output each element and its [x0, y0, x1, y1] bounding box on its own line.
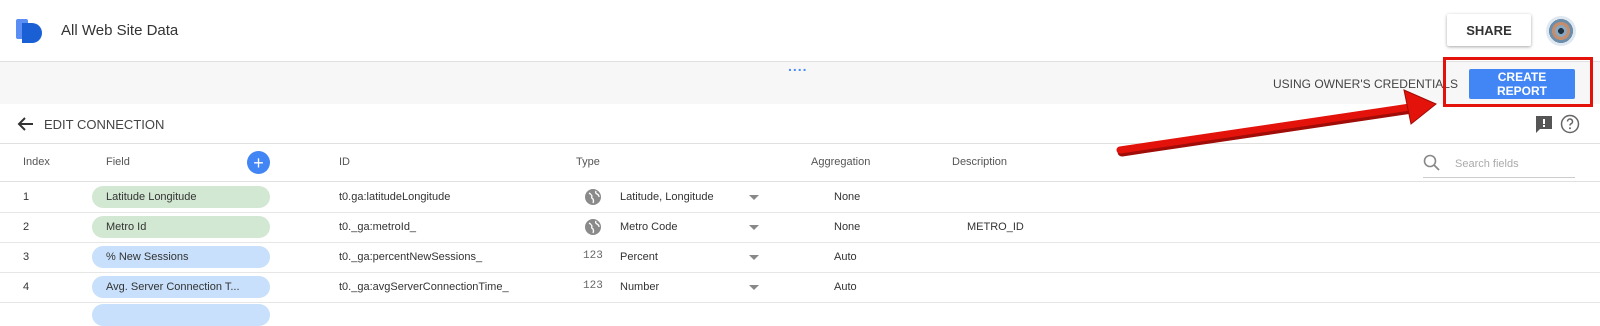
credentials-label[interactable]: USING OWNER'S CREDENTIALS: [1273, 77, 1458, 91]
type-label[interactable]: Metro Code: [620, 221, 677, 233]
data-studio-logo-icon: [16, 19, 42, 43]
back-arrow-icon[interactable]: [16, 114, 36, 134]
field-pill[interactable]: [92, 304, 270, 326]
aggregation-value[interactable]: Auto: [834, 281, 857, 293]
edit-connection-bar: EDIT CONNECTION: [0, 105, 1600, 144]
type-dropdown-icon[interactable]: [749, 255, 759, 260]
type-dropdown-icon[interactable]: [749, 225, 759, 230]
header-field[interactable]: Field: [106, 156, 130, 168]
table-row: 4 Avg. Server Connection T... t0._ga:avg…: [0, 272, 1600, 303]
field-pill[interactable]: Avg. Server Connection T...: [92, 276, 270, 298]
top-bar: All Web Site Data SHARE: [0, 0, 1600, 62]
highlight-box: [1443, 57, 1593, 107]
add-field-button[interactable]: +: [247, 151, 270, 174]
field-id: t0._ga:avgServerConnectionTime_: [339, 281, 509, 293]
globe-icon: [585, 189, 601, 205]
header-description[interactable]: Description: [952, 156, 1007, 168]
table-row: 3 % New Sessions t0._ga:percentNewSessio…: [0, 242, 1600, 273]
search-icon: [1423, 154, 1440, 171]
field-pill[interactable]: Latitude Longitude: [92, 186, 270, 208]
globe-icon: [585, 219, 601, 235]
type-label[interactable]: Latitude, Longitude: [620, 191, 714, 203]
table-header: Index Field + ID Type Aggregation Descri…: [0, 144, 1600, 182]
field-pill[interactable]: % New Sessions: [92, 246, 270, 268]
header-index[interactable]: Index: [23, 156, 50, 168]
search-field[interactable]: [1423, 151, 1575, 178]
feedback-icon[interactable]: [1534, 114, 1554, 134]
description-value[interactable]: METRO_ID: [967, 221, 1024, 233]
field-id: t0._ga:percentNewSessions_: [339, 251, 483, 263]
row-index: 2: [23, 221, 30, 233]
drag-handle[interactable]: ....: [788, 59, 808, 73]
aggregation-value[interactable]: Auto: [834, 251, 857, 263]
header-aggregation[interactable]: Aggregation: [811, 156, 870, 168]
type-dropdown-icon[interactable]: [749, 285, 759, 290]
data-source-title: All Web Site Data: [61, 22, 179, 39]
row-index: 4: [23, 281, 30, 293]
number-icon: 123: [583, 250, 603, 262]
type-label[interactable]: Number: [620, 281, 659, 293]
share-button[interactable]: SHARE: [1447, 14, 1531, 46]
search-input[interactable]: [1453, 154, 1575, 174]
avatar[interactable]: [1546, 16, 1576, 46]
field-pill[interactable]: Metro Id: [92, 216, 270, 238]
aggregation-value[interactable]: None: [834, 221, 860, 233]
help-icon[interactable]: [1560, 114, 1580, 134]
header-type[interactable]: Type: [576, 156, 600, 168]
row-index: 1: [23, 191, 30, 203]
type-label[interactable]: Percent: [620, 251, 658, 263]
header-id[interactable]: ID: [339, 156, 350, 168]
number-icon: 123: [583, 280, 603, 292]
type-dropdown-icon[interactable]: [749, 195, 759, 200]
field-id: t0._ga:metroId_: [339, 221, 417, 233]
field-id: t0.ga:latitudeLongitude: [339, 191, 451, 203]
table-row: 1 Latitude Longitude t0.ga:latitudeLongi…: [0, 182, 1600, 213]
aggregation-value[interactable]: None: [834, 191, 860, 203]
row-index: 3: [23, 251, 30, 263]
table-row: 2 Metro Id t0._ga:metroId_ Metro Code No…: [0, 212, 1600, 243]
edit-connection-label[interactable]: EDIT CONNECTION: [44, 117, 164, 132]
